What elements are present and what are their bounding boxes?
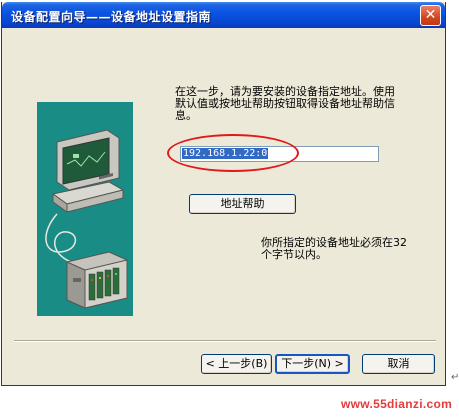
address-note: 你所指定的设备地址必须在32个字节以内。 (261, 236, 407, 261)
return-mark-icon: ↵ (451, 372, 459, 383)
computer-icon (51, 129, 125, 213)
title-bar: 设备配置向导——设备地址设置指南 ✕ (2, 2, 445, 28)
next-button[interactable]: 下一步(N) > (275, 354, 350, 374)
close-icon: ✕ (424, 7, 437, 23)
close-button[interactable]: ✕ (420, 5, 441, 26)
instruction-text: 在这一步，请为要安装的设备指定地址。使用默认值或按地址帮助按钮取得设备地址帮助信… (175, 85, 395, 122)
highlight-annotation (167, 134, 299, 172)
footer-separator (14, 340, 436, 342)
address-help-button[interactable]: 地址帮助 (189, 194, 296, 214)
back-button[interactable]: < 上一步(B) (201, 354, 272, 374)
illustration-art (37, 102, 133, 316)
window-title: 设备配置向导——设备地址设置指南 (11, 10, 212, 24)
cancel-button[interactable]: 取消 (362, 354, 435, 374)
watermark: www.55dianzi.com (341, 397, 453, 411)
wizard-illustration (37, 102, 133, 316)
wizard-window: 设备配置向导——设备地址设置指南 ✕ 在这一步，请为要安装的设备指定地址。使用默… (1, 2, 446, 386)
device-rack-icon (66, 251, 128, 309)
